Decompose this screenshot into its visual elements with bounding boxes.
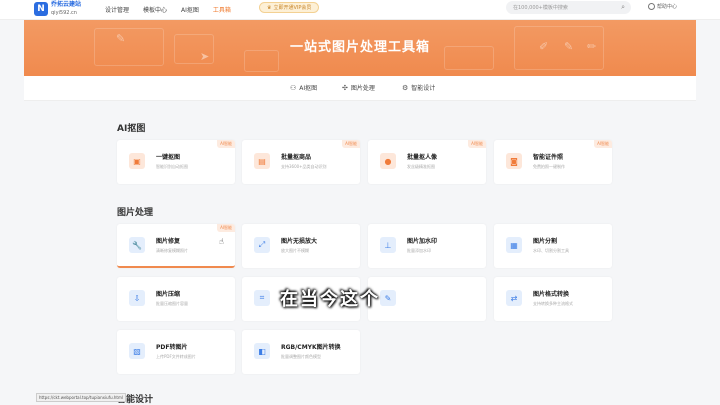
video-subtitle: 在当今这个 [280,289,380,310]
tool-name: PDF转图片 [156,344,188,351]
pdf-icon: ▧ [129,343,145,359]
search-input[interactable]: 在100,000+模板中搜索 ⌕ [506,1,631,14]
compress-icon: ⇩ [129,290,145,306]
tool-desc: 放大图片不模糊 [281,248,309,253]
tool-name: 图片分割 [533,238,558,245]
tool-card[interactable]: ● 批量抠人像 发丝级精准抠图 AI智能 [368,140,486,184]
search-icon[interactable]: ⌕ [621,3,625,12]
shopping-bag-icon: ▤ [254,153,270,169]
tool-card[interactable]: ◙ 智能证件照 免费拍照一键制作 AI智能 [494,140,612,184]
tool-card[interactable]: ▤ 批量抠商品 支持3600+品类自动识别 AI智能 [242,140,360,184]
tool-name: 图片无损放大 [281,238,318,245]
tool-desc: 清晰修复模糊照片 [156,248,188,253]
edit-icon: ✎ [380,290,396,306]
id-photo-icon: ◙ [506,153,522,169]
tool-desc: 批量压缩图片容量 [156,301,188,306]
crown-icon: ♛ [267,4,272,11]
tool-card[interactable]: 🔧 图片修复 清晰修复模糊照片 AI智能 [117,224,235,268]
tool-name: 图片格式转换 [533,291,570,298]
tool-name: 图片修复 [156,238,181,245]
vip-label: 立即开通VIP会员 [273,5,312,11]
logo-mark: N [34,2,48,16]
tool-name: 智能证件照 [533,154,564,161]
ai-cutout-icon: ⚇ [290,83,297,92]
expand-icon: ⤢ [254,237,270,253]
ai-tag: AI智能 [217,140,235,148]
tool-desc: 上传PDF文件转成图片 [156,354,196,359]
wrench-icon: 🔧 [129,237,145,253]
tool-card[interactable]: ▣ 一键抠图 智能识别自动抠图 AI智能 [117,140,235,184]
top-navbar: N 乔拓云建站 qiyi592.cn 设计管理 模板中心 AI抠图 工具箱 ♛ … [0,0,720,20]
tab-label: 图片处理 [350,85,375,92]
grid-icon: ▦ [506,237,522,253]
tab-ai-cutout[interactable]: ⚇ AI抠图 [290,83,318,93]
section-title-image-process: 图片处理 [117,208,154,218]
category-tabs: ⚇ AI抠图 ✣ 图片处理 ⚙ 智能设计 [24,76,696,101]
tool-name: 图片压缩 [156,291,181,298]
tab-image-process[interactable]: ✣ 图片处理 [342,83,375,93]
ai-tag: AI智能 [342,140,360,148]
status-bar-url: https://ckt.webportal.top/tupianxiufu.ht… [36,393,126,402]
color-convert-icon: ◧ [254,343,270,359]
nav-design-manage[interactable]: 设计管理 [105,5,129,14]
tool-card[interactable]: ⇄ 图片格式转换 支持转换多种主流格式 [494,277,612,321]
stamp-icon: ⊥ [380,237,396,253]
tab-label: AI抠图 [299,85,318,92]
tool-desc: 支持转换多种主流格式 [533,301,573,306]
hero-banner: ✎ ➤ ✐ ✎ ✏ 一站式图片处理工具箱 [24,20,696,76]
image-process-icon: ✣ [342,83,348,92]
tool-card[interactable]: ⤢ 图片无损放大 放大图片不模糊 [242,224,360,268]
site-logo[interactable]: N 乔拓云建站 qiyi592.cn [34,1,81,17]
tool-desc: 批量添加水印 [407,248,431,253]
nav-template-center[interactable]: 模板中心 [143,5,167,14]
tool-name: RGB/CMYK图片转换 [281,344,341,351]
tool-desc: 智能识别自动抠图 [156,164,188,169]
help-icon [648,3,655,10]
person-icon: ● [380,153,396,169]
tool-desc: 水印、切割分割工具 [533,248,569,253]
section-title-ai-cutout: AI抠图 [117,124,146,134]
crop-icon: ⌗ [254,290,270,306]
tool-card[interactable]: ⇩ 图片压缩 批量压缩图片容量 [117,277,235,321]
tab-label: 智能设计 [411,85,436,92]
tool-name: 一键抠图 [156,154,181,161]
tool-name: 图片加水印 [407,238,438,245]
tool-desc: 免费拍照一键制作 [533,164,565,169]
help-label: 帮助中心 [657,4,678,10]
main-nav: 设计管理 模板中心 AI抠图 工具箱 [105,0,245,18]
tab-smart-design[interactable]: ⚙ 智能设计 [402,83,436,93]
search-placeholder: 在100,000+模板中搜索 [513,5,568,11]
ai-tag: AI智能 [468,140,486,148]
tool-card[interactable]: ⊥ 图片加水印 批量添加水印 [368,224,486,268]
convert-icon: ⇄ [506,290,522,306]
tool-card[interactable]: ▧ PDF转图片 上传PDF文件转成图片 [117,330,235,374]
logo-url: qiyi592.cn [51,10,77,16]
nav-ai-cutout[interactable]: AI抠图 [181,5,199,14]
tool-desc: 批量调整图片颜色模型 [281,354,321,359]
tool-desc: 发丝级精准抠图 [407,164,435,169]
smart-design-icon: ⚙ [402,83,409,92]
portrait-icon: ▣ [129,153,145,169]
tool-name: 批量抠人像 [407,154,438,161]
logo-name: 乔拓云建站 [51,1,82,8]
ai-tag: AI智能 [594,140,612,148]
banner-title: 一站式图片处理工具箱 [289,40,430,55]
tool-desc: 支持3600+品类自动识别 [281,164,327,169]
tool-card[interactable]: ✎ [368,277,486,321]
tool-card[interactable]: ◧ RGB/CMYK图片转换 批量调整图片颜色模型 [242,330,360,374]
vip-button[interactable]: ♛ 立即开通VIP会员 [259,2,320,13]
tool-card[interactable]: ▦ 图片分割 水印、切割分割工具 [494,224,612,268]
ai-tag: AI智能 [217,224,235,232]
tool-name: 批量抠商品 [281,154,312,161]
help-center-link[interactable]: 帮助中心 [648,3,677,10]
mouse-cursor-icon: ☝ [219,237,224,246]
nav-toolbox[interactable]: 工具箱 [213,5,231,14]
